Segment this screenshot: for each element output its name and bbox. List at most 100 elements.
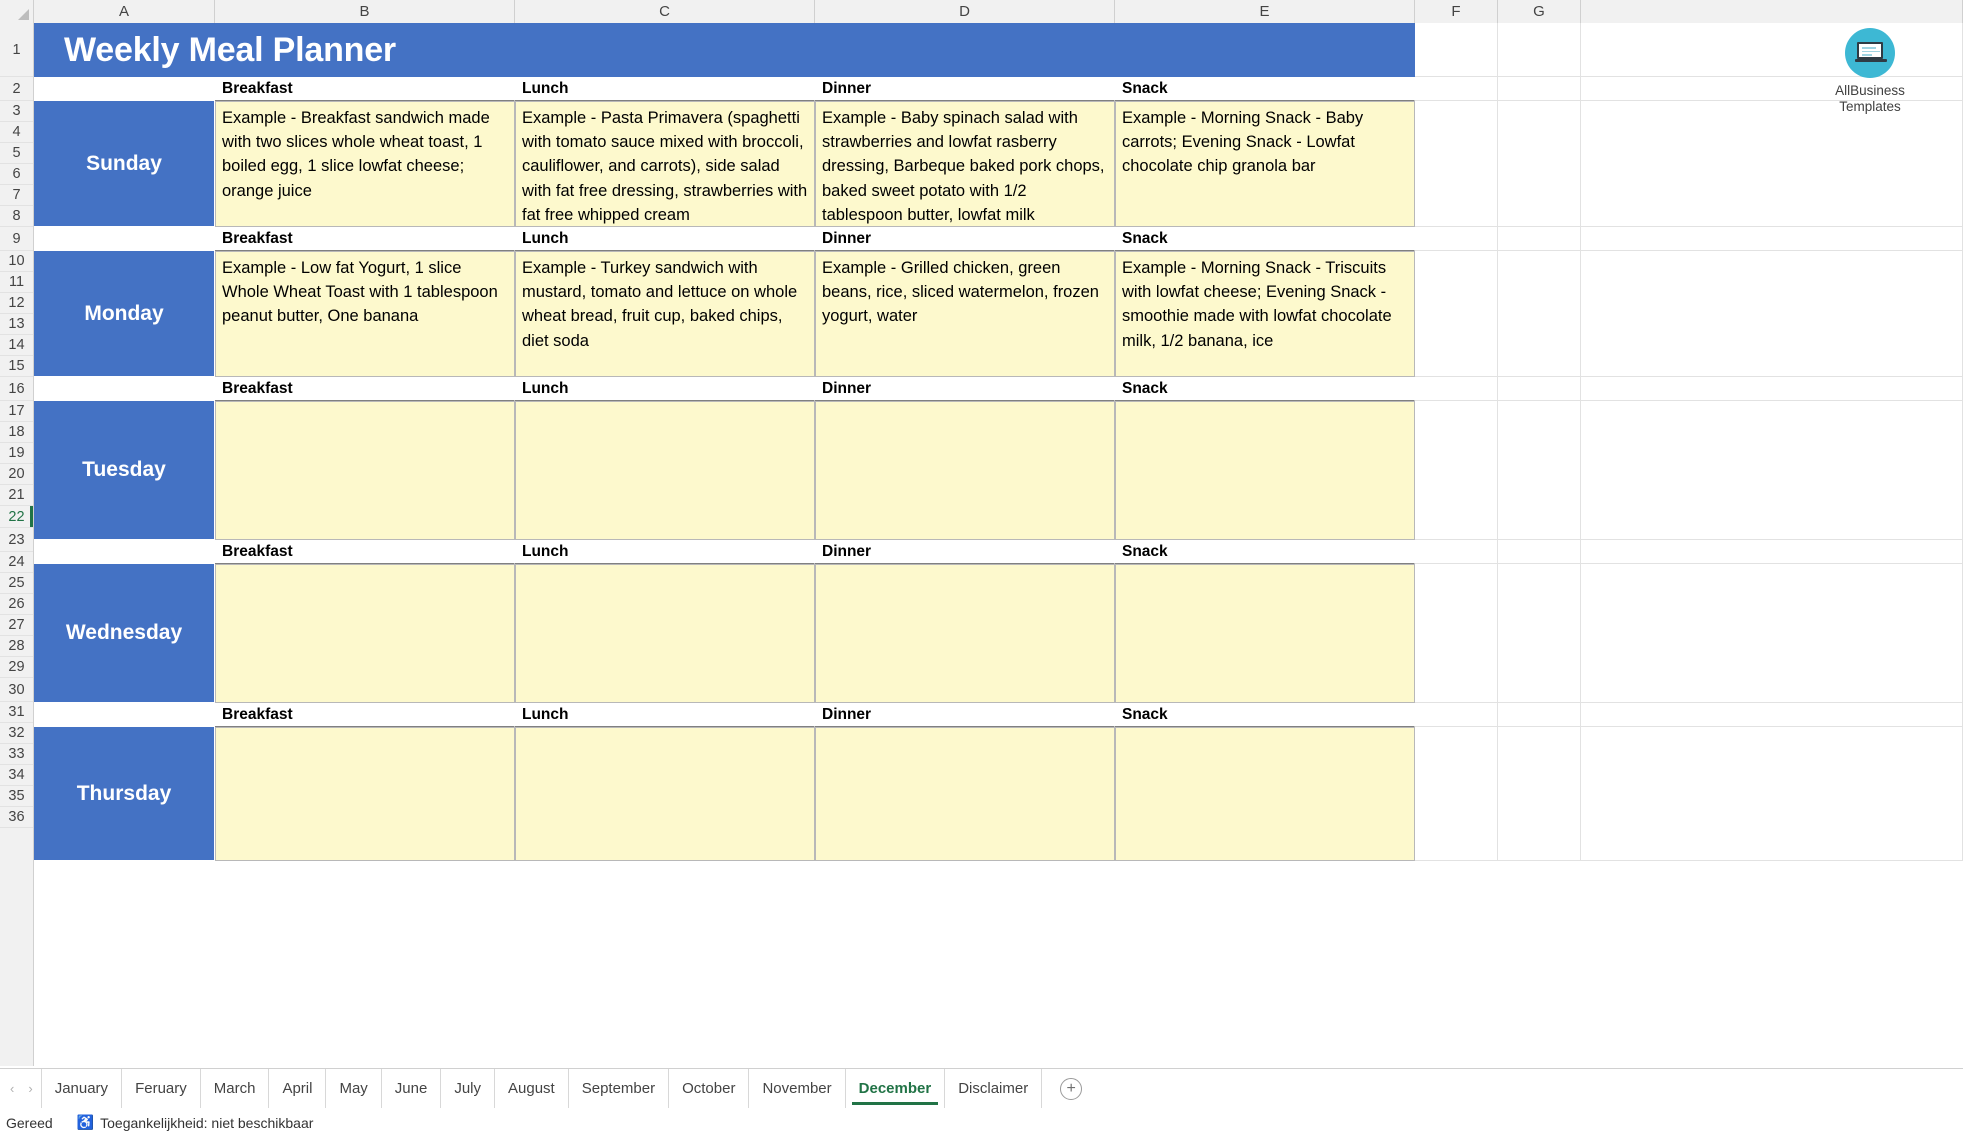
meal-cell-sunday-snack[interactable]: Example - Morning Snack - Baby carrots; … (1115, 101, 1415, 227)
cell-f16[interactable] (1415, 377, 1498, 401)
meal-cell-wednesday-dinner[interactable] (815, 564, 1115, 703)
row-header-10[interactable]: 10 (0, 251, 33, 272)
meal-cell-monday-breakfast[interactable]: Example - Low fat Yogurt, 1 slice Whole … (215, 251, 515, 377)
select-all-corner[interactable] (0, 0, 34, 23)
cell-a30[interactable] (34, 703, 215, 727)
meal-header-lunch-tuesday[interactable]: Lunch (515, 377, 815, 401)
meal-header-dinner-monday[interactable]: Dinner (815, 227, 1115, 251)
row-header-2[interactable]: 2 (0, 77, 33, 101)
sheet-tab-september[interactable]: September (567, 1068, 668, 1109)
cell-a16[interactable] (34, 377, 215, 401)
meal-cell-wednesday-lunch[interactable] (515, 564, 815, 703)
day-label-monday[interactable]: Monday (34, 251, 215, 377)
row-header-32[interactable]: 32 (0, 723, 33, 744)
column-header-c[interactable]: C (515, 0, 815, 23)
meal-cell-monday-lunch[interactable]: Example - Turkey sandwich with mustard, … (515, 251, 815, 377)
prev-sheet-arrow-icon[interactable]: ‹ (10, 1082, 14, 1095)
column-header-b[interactable]: B (215, 0, 515, 23)
row-header-9[interactable]: 9 (0, 227, 33, 251)
cell-f30[interactable] (1415, 703, 1498, 727)
sheet-tab-november[interactable]: November (748, 1068, 844, 1109)
meal-header-breakfast-thursday[interactable]: Breakfast (215, 703, 515, 727)
meal-header-snack-wednesday[interactable]: Snack (1115, 540, 1415, 564)
column-header-g[interactable]: G (1498, 0, 1581, 23)
cell-a23[interactable] (34, 540, 215, 564)
meal-cell-sunday-breakfast[interactable]: Example - Breakfast sandwich made with t… (215, 101, 515, 227)
row-header-28[interactable]: 28 (0, 636, 33, 657)
meal-header-snack-tuesday[interactable]: Snack (1115, 377, 1415, 401)
row-header-33[interactable]: 33 (0, 744, 33, 765)
row-header-8[interactable]: 8 (0, 206, 33, 227)
row-header-31[interactable]: 31 (0, 702, 33, 723)
cell-g31[interactable] (1498, 727, 1581, 861)
column-header-d[interactable]: D (815, 0, 1115, 23)
row-header-7[interactable]: 7 (0, 185, 33, 206)
row-header-12[interactable]: 12 (0, 293, 33, 314)
accessibility-status[interactable]: ♿ Toegankelijkheid: niet beschikbaar (77, 1114, 314, 1131)
row-header-22[interactable]: 22 (0, 506, 33, 528)
meal-cell-thursday-lunch[interactable] (515, 727, 815, 861)
meal-cell-tuesday-snack[interactable] (1115, 401, 1415, 540)
meal-cell-thursday-dinner[interactable] (815, 727, 1115, 861)
column-header-a[interactable]: A (34, 0, 215, 23)
meal-cell-wednesday-snack[interactable] (1115, 564, 1415, 703)
add-sheet-button[interactable]: + (1060, 1077, 1083, 1100)
row-header-16[interactable]: 16 (0, 377, 33, 401)
meal-header-snack-sunday[interactable]: Snack (1115, 77, 1415, 101)
day-label-wednesday[interactable]: Wednesday (34, 564, 215, 703)
meal-header-lunch-thursday[interactable]: Lunch (515, 703, 815, 727)
meal-header-dinner-sunday[interactable]: Dinner (815, 77, 1115, 101)
page-title[interactable]: Weekly Meal Planner (34, 23, 1415, 77)
meal-header-dinner-thursday[interactable]: Dinner (815, 703, 1115, 727)
column-header-e[interactable]: E (1115, 0, 1415, 23)
cell-f1[interactable] (1415, 23, 1498, 77)
day-label-thursday[interactable]: Thursday (34, 727, 215, 861)
row-header-18[interactable]: 18 (0, 422, 33, 443)
row-header-23[interactable]: 23 (0, 528, 33, 552)
meal-cell-thursday-snack[interactable] (1115, 727, 1415, 861)
meal-cell-monday-snack[interactable]: Example - Morning Snack - Triscuits with… (1115, 251, 1415, 377)
cell-g3[interactable] (1498, 101, 1581, 227)
meal-header-breakfast-wednesday[interactable]: Breakfast (215, 540, 515, 564)
cell-g2[interactable] (1498, 77, 1581, 101)
meal-header-breakfast-sunday[interactable]: Breakfast (215, 77, 515, 101)
row-header-30[interactable]: 30 (0, 678, 33, 702)
meal-cell-monday-dinner[interactable]: Example - Grilled chicken, green beans, … (815, 251, 1115, 377)
sheet-tab-april[interactable]: April (268, 1068, 325, 1109)
meal-cell-wednesday-breakfast[interactable] (215, 564, 515, 703)
sheet-tab-july[interactable]: July (440, 1068, 494, 1109)
cell-a9[interactable] (34, 227, 215, 251)
day-label-sunday[interactable]: Sunday (34, 101, 215, 227)
meal-header-dinner-tuesday[interactable]: Dinner (815, 377, 1115, 401)
meal-header-lunch-wednesday[interactable]: Lunch (515, 540, 815, 564)
cell-f9[interactable] (1415, 227, 1498, 251)
meal-cell-tuesday-dinner[interactable] (815, 401, 1115, 540)
meal-header-lunch-sunday[interactable]: Lunch (515, 77, 815, 101)
cell-f10[interactable] (1415, 251, 1498, 377)
cell-f23[interactable] (1415, 540, 1498, 564)
cell-f2[interactable] (1415, 77, 1498, 101)
row-header-27[interactable]: 27 (0, 615, 33, 636)
sheet-tab-disclaimer[interactable]: Disclaimer (944, 1068, 1043, 1109)
meal-header-snack-thursday[interactable]: Snack (1115, 703, 1415, 727)
cell-g10[interactable] (1498, 251, 1581, 377)
meal-header-snack-monday[interactable]: Snack (1115, 227, 1415, 251)
meal-header-breakfast-tuesday[interactable]: Breakfast (215, 377, 515, 401)
cell-f17[interactable] (1415, 401, 1498, 540)
sheet-tab-december[interactable]: December (844, 1068, 945, 1109)
row-header-20[interactable]: 20 (0, 464, 33, 485)
sheet-tab-august[interactable]: August (494, 1068, 568, 1109)
meal-cell-tuesday-lunch[interactable] (515, 401, 815, 540)
row-header-36[interactable]: 36 (0, 807, 33, 828)
cell-f24[interactable] (1415, 564, 1498, 703)
row-header-21[interactable]: 21 (0, 485, 33, 506)
sheet-tab-feruary[interactable]: Feruary (121, 1068, 200, 1109)
cell-f3[interactable] (1415, 101, 1498, 227)
cell-g24[interactable] (1498, 564, 1581, 703)
row-header-1[interactable]: 1 (0, 23, 33, 77)
day-label-tuesday[interactable]: Tuesday (34, 401, 215, 540)
row-header-15[interactable]: 15 (0, 356, 33, 377)
row-header-3[interactable]: 3 (0, 101, 33, 122)
row-header-19[interactable]: 19 (0, 443, 33, 464)
sheet-tab-june[interactable]: June (380, 1068, 441, 1109)
